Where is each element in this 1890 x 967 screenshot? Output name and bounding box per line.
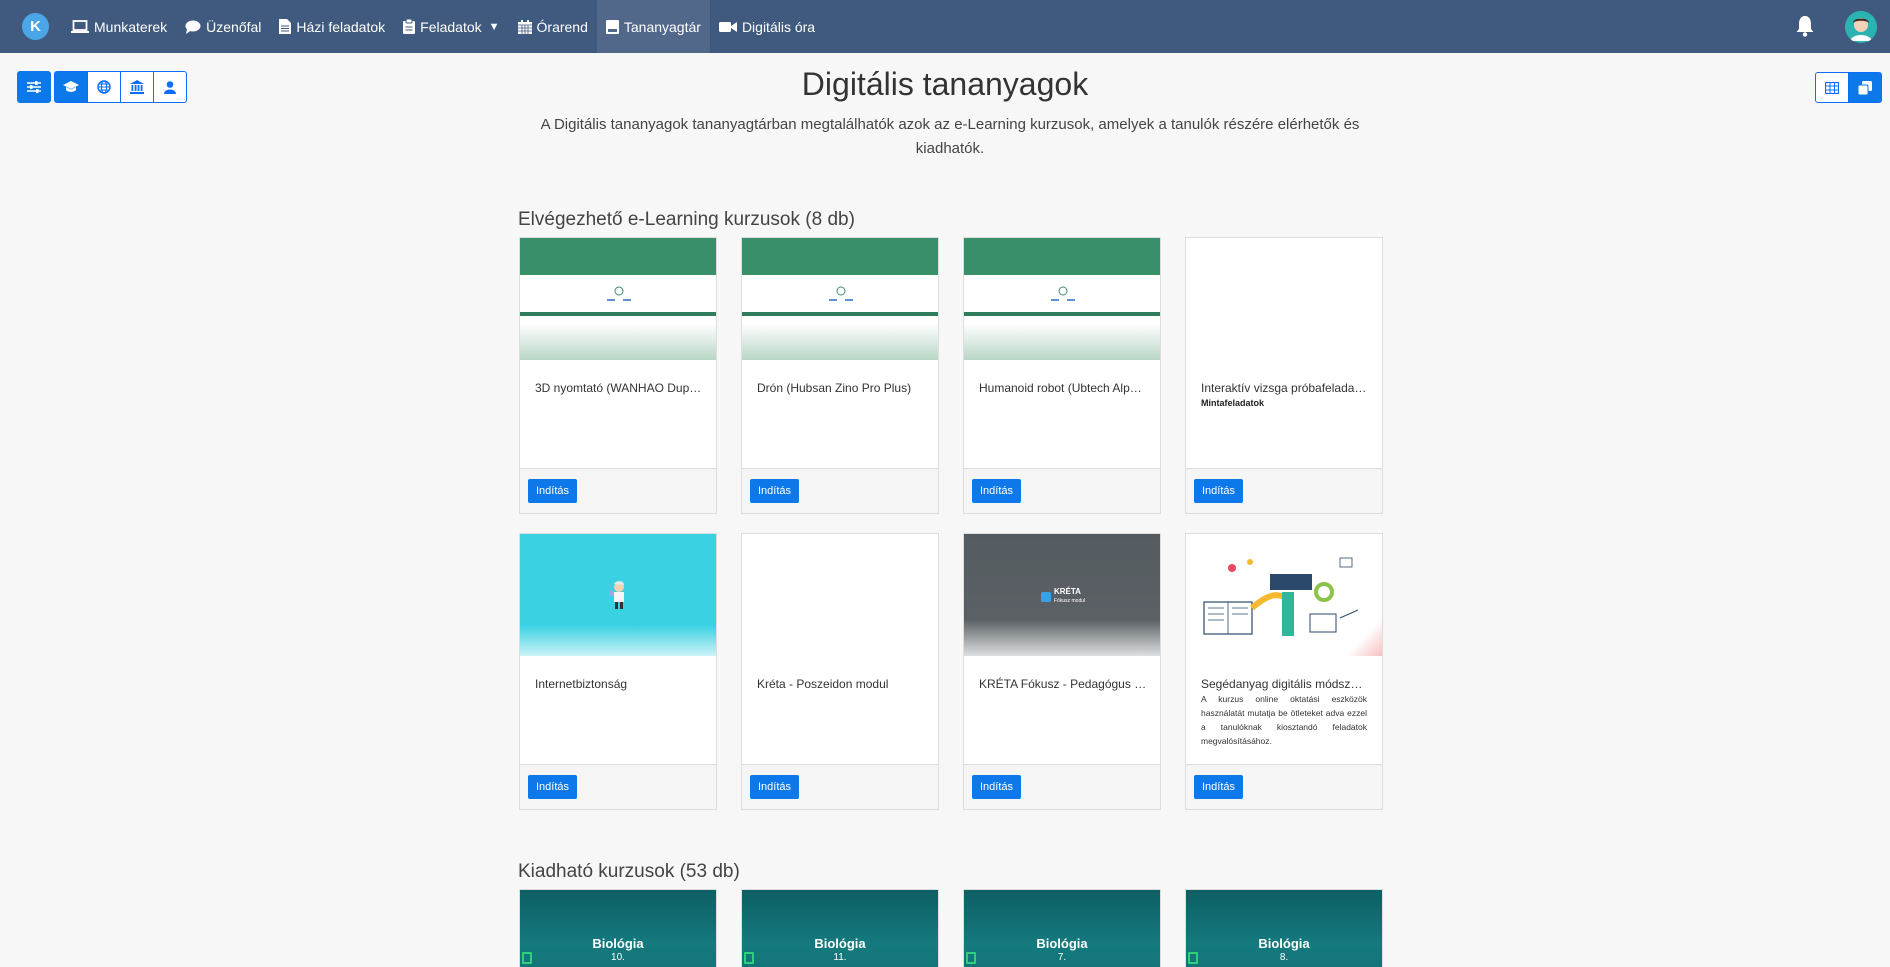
course-name: Interaktív vizsga próbafeladatok [1201, 381, 1369, 395]
course-description: A kurzus online oktatási eszközök haszná… [1201, 694, 1367, 746]
start-button[interactable]: Indítás [1194, 775, 1244, 799]
course-name: 3D nyomtató (WANHAO Duplicator) [535, 381, 703, 395]
nav-item-tananyagtar[interactable]: Tananyagtár [596, 0, 710, 53]
avatar[interactable] [1845, 11, 1877, 43]
course-name: Internetbiztonság [535, 677, 628, 691]
course-thumbnail[interactable]: Biológia 10. [520, 890, 716, 967]
emblem-icon [1051, 286, 1075, 301]
start-button[interactable]: Indítás [972, 479, 1022, 503]
chevron-down-icon: ▼ [488, 20, 500, 33]
start-button[interactable]: Indítás [750, 775, 800, 799]
subject-label: Biológia [814, 936, 866, 951]
course-card: Biológia 11. [741, 889, 939, 967]
book-icon [522, 952, 532, 964]
nav-item-orarend[interactable]: Órarend [509, 0, 597, 53]
course-thumbnail[interactable] [520, 238, 716, 360]
section-title-elearning: Elvégezhető e-Learning kurzusok (8 db) [518, 209, 855, 230]
nav-item-uzenofal[interactable]: Üzenőfal [176, 0, 270, 53]
book-icon [1188, 952, 1198, 964]
kreta-logo-icon [1041, 591, 1051, 602]
book-icon [966, 952, 976, 964]
course-thumbnail[interactable]: Biológia 7. [964, 890, 1160, 967]
book-icon [744, 952, 754, 964]
start-button[interactable]: Indítás [528, 479, 578, 503]
course-name: Segédanyag digitális módszerekhez [1201, 677, 1369, 691]
emblem-icon [607, 286, 631, 301]
nav-item-munkaterek[interactable]: Munkaterek [62, 0, 176, 53]
page-subtitle: A Digitális tananyagok tananyagtárban me… [540, 116, 1360, 157]
course-thumbnail[interactable]: Biológia 8. [1186, 890, 1382, 967]
course-card: Biológia 10. [519, 889, 717, 967]
kreta-logo: KRÉTA Fókusz modul [1041, 588, 1085, 605]
start-button[interactable]: Indítás [528, 775, 578, 799]
course-name: Drón (Hubsan Zino Pro Plus) [757, 381, 912, 395]
start-button[interactable]: Indítás [750, 479, 800, 503]
course-thumbnail[interactable] [964, 238, 1160, 360]
grade-label: 7. [1057, 952, 1067, 963]
course-name: Kréta - Poszeidon modul [757, 677, 889, 691]
logo-icon[interactable]: K [22, 13, 49, 40]
nav-items: Munkaterek Üzenőfal Házi feladatok Felad… [62, 0, 824, 53]
chat-icon [185, 20, 201, 34]
bell-icon[interactable] [1795, 15, 1815, 37]
clipboard-icon [403, 19, 416, 34]
start-button[interactable]: Indítás [972, 775, 1022, 799]
course-thumbnail[interactable]: KRÉTA Fókusz modul [964, 534, 1160, 656]
course-thumbnail[interactable] [742, 238, 938, 360]
start-button[interactable]: Indítás [1194, 479, 1244, 503]
course-card: Internetbiztonság Indítás [519, 533, 717, 810]
course-name: Humanoid robot (Ubtech Alpha) [979, 381, 1147, 395]
course-card: Humanoid robot (Ubtech Alpha) Indítás [963, 237, 1161, 514]
course-name: KRÉTA Fókusz - Pedagógus modul [979, 677, 1147, 691]
course-card: Interaktív vizsga próbafeladatok Mintafe… [1185, 237, 1383, 514]
course-thumbnail[interactable] [742, 534, 938, 656]
user-avatar-icon [1845, 11, 1877, 43]
course-card: Biológia 8. [1185, 889, 1383, 967]
subject-label: Biológia [1036, 936, 1088, 951]
emblem-icon [829, 286, 853, 301]
course-card: Segédanyag digitális módszerekhez A kurz… [1185, 533, 1383, 810]
nav-item-feladatok[interactable]: Feladatok ▼ [394, 0, 508, 53]
document-icon [279, 19, 292, 34]
character-illustration [609, 581, 624, 609]
section-title-kiadhato: Kiadható kurzusok (53 db) [518, 861, 740, 882]
digital-methods-illustration [1203, 557, 1359, 636]
course-card: 3D nyomtató (WANHAO Duplicator) Indítás [519, 237, 717, 514]
book-icon [605, 19, 619, 34]
subject-label: Biológia [1258, 936, 1310, 951]
subject-label: Biológia [592, 936, 644, 951]
course-thumbnail[interactable] [1186, 238, 1382, 360]
nav-item-hazi-feladatok[interactable]: Házi feladatok [270, 0, 394, 53]
course-card: Kréta - Poszeidon modul Indítás [741, 533, 939, 810]
course-thumbnail[interactable] [1186, 534, 1382, 656]
video-icon [718, 21, 737, 32]
course-thumbnail[interactable] [520, 534, 716, 656]
nav-item-digitalis-ora[interactable]: Digitális óra [710, 0, 824, 53]
top-navbar: K Munkaterek Üzenőfal Házi feladatok Fel… [0, 0, 1890, 53]
course-card: Drón (Hubsan Zino Pro Plus) Indítás [741, 237, 939, 514]
grade-label: 10. [611, 952, 625, 963]
grade-label: 11. [833, 952, 847, 963]
page-title: Digitális tananyagok [801, 66, 1089, 102]
course-card: KRÉTA Fókusz modul KRÉTA Fókusz - Pedagóg… [963, 533, 1161, 810]
grade-label: 8. [1279, 952, 1289, 963]
calendar-icon [517, 19, 532, 34]
course-card: Biológia 7. [963, 889, 1161, 967]
laptop-icon [71, 19, 89, 33]
course-thumbnail[interactable]: Biológia 11. [742, 890, 938, 967]
course-subtitle: Mintafeladatok [1201, 398, 1265, 408]
